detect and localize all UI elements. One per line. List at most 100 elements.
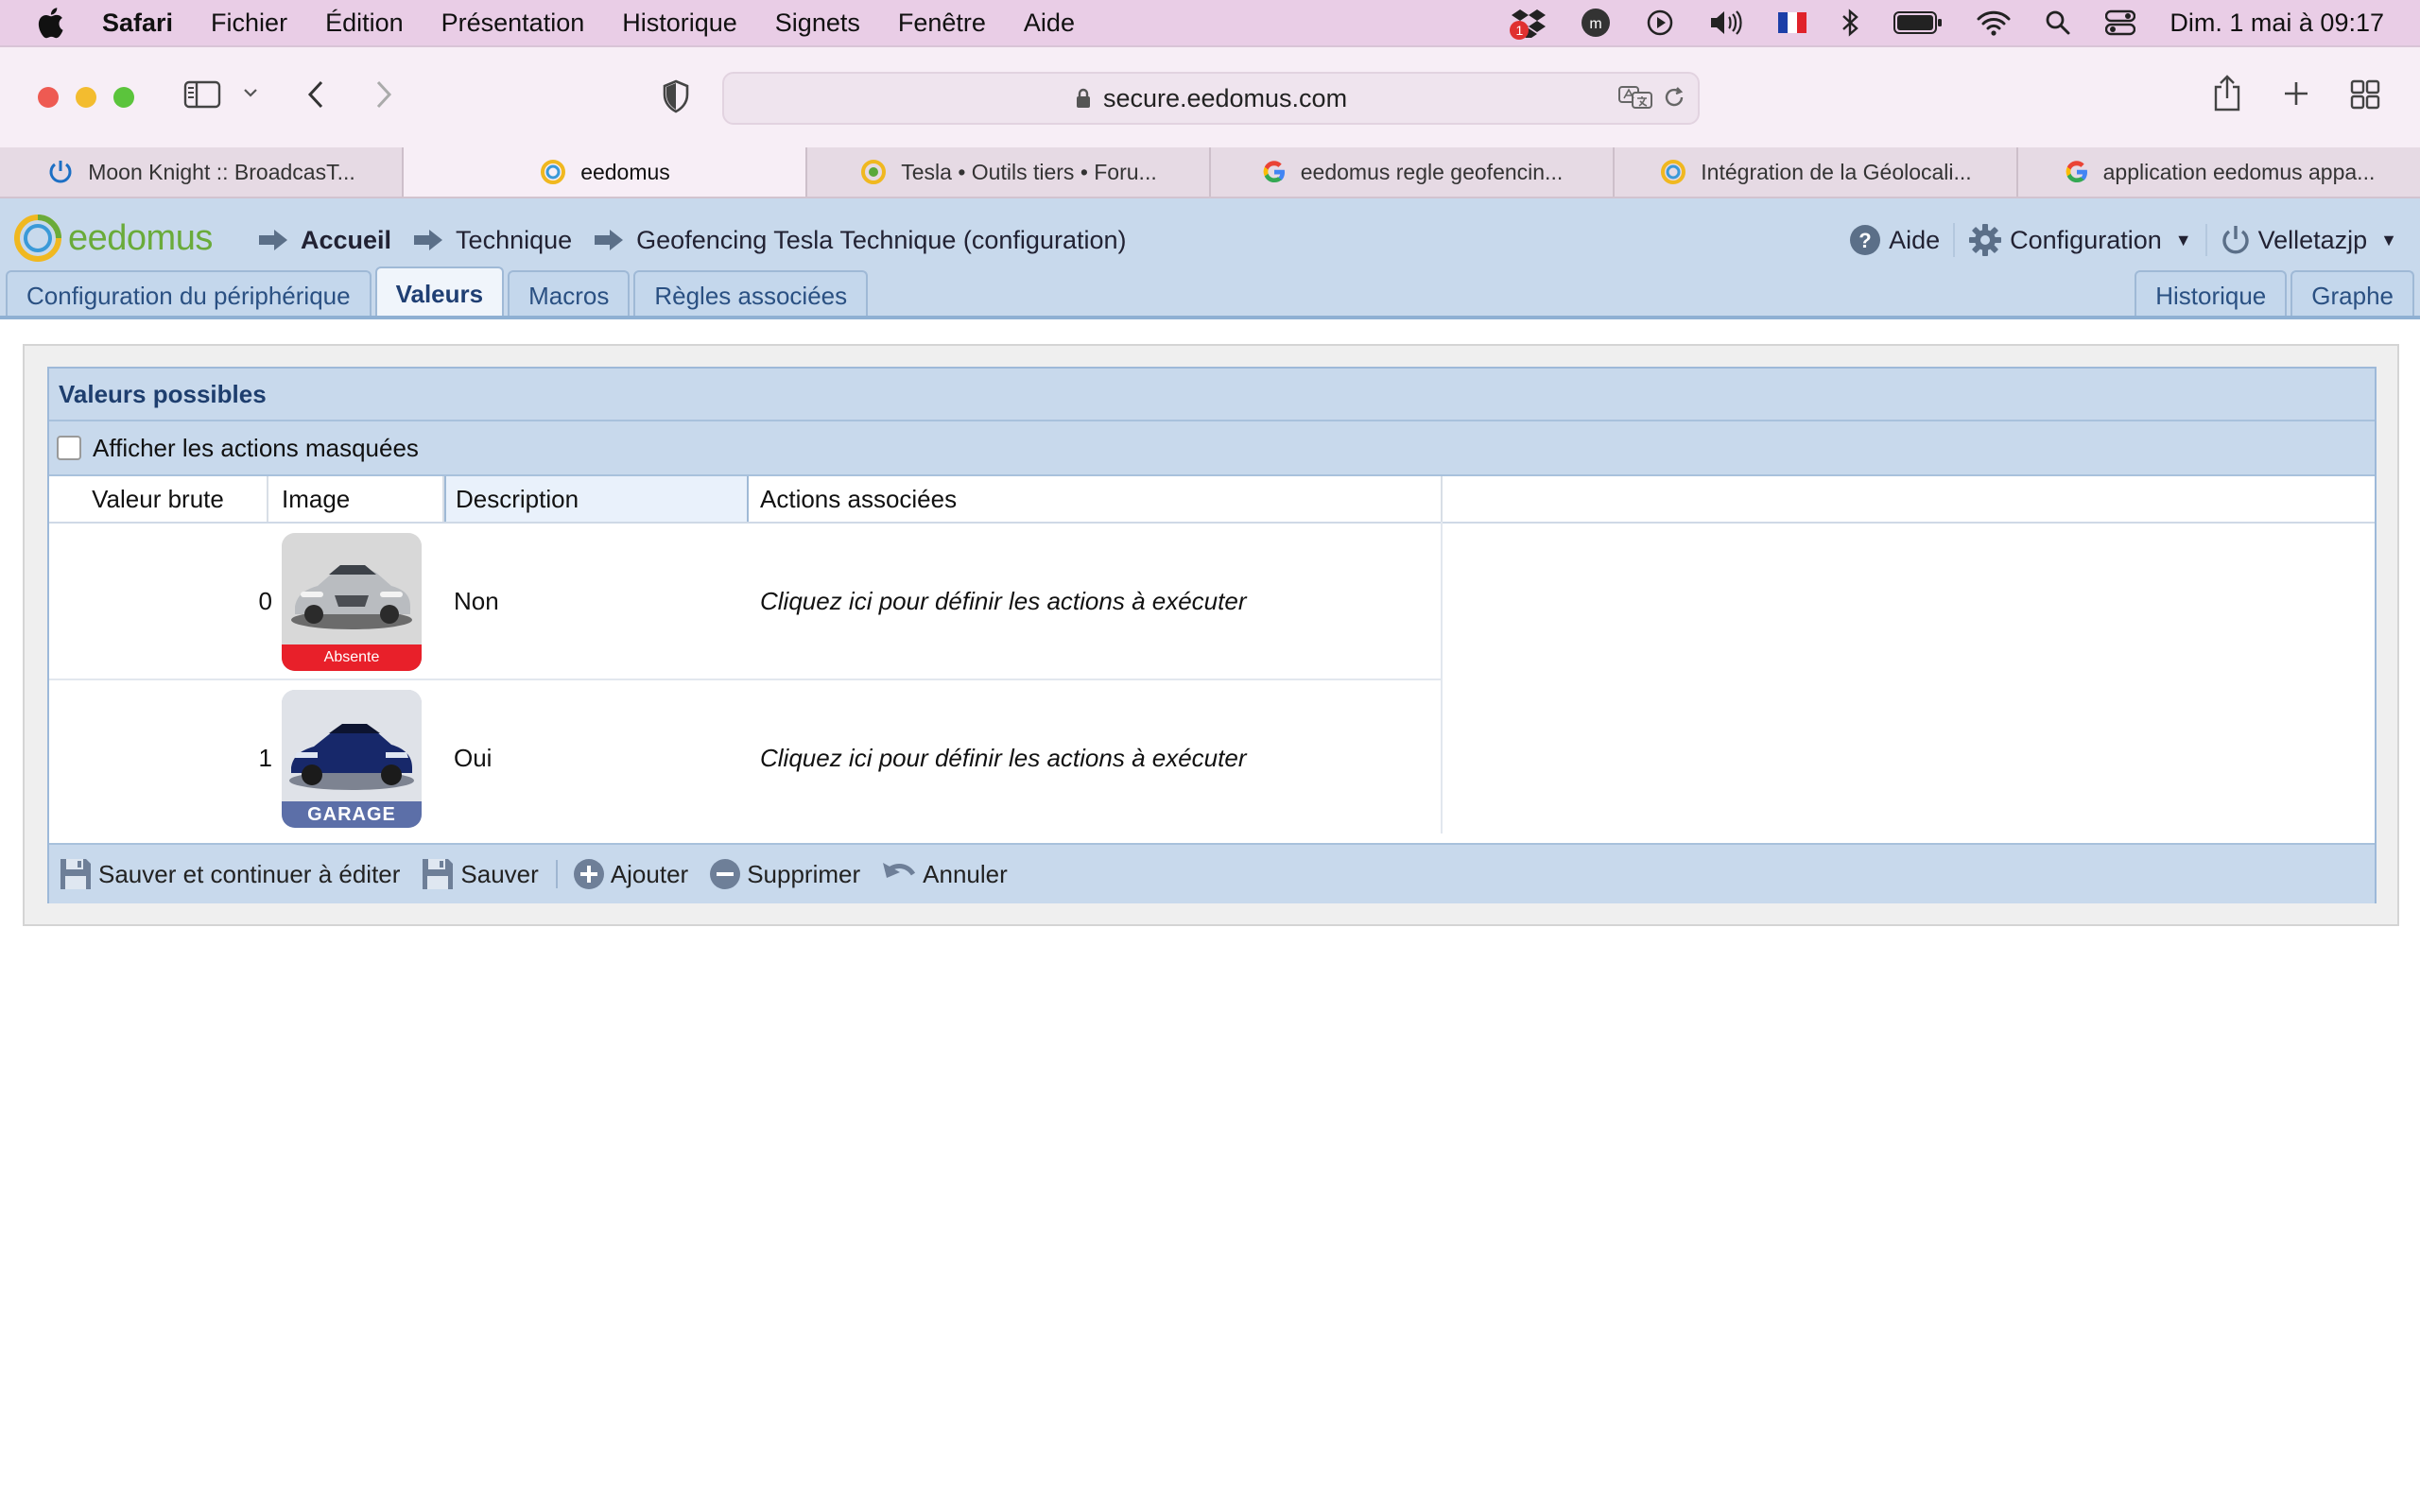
car-garage-image[interactable]: GARAGE xyxy=(282,690,422,828)
breadcrumb-label: Technique xyxy=(456,225,573,254)
browser-tab-integration[interactable]: Intégration de la Géolocali... xyxy=(1615,147,2018,197)
menu-app-name[interactable]: Safari xyxy=(102,9,173,38)
google-favicon-icon xyxy=(2064,159,2090,185)
breadcrumb-technique[interactable]: Technique xyxy=(412,226,572,255)
sidebar-toggle-icon[interactable] xyxy=(183,79,221,110)
french-flag-icon[interactable] xyxy=(1778,12,1807,33)
apple-icon[interactable] xyxy=(36,7,70,39)
svg-text:?: ? xyxy=(1858,229,1871,252)
car-absent-image[interactable]: Absente xyxy=(282,533,422,671)
browser-tab-google-geofencing[interactable]: eedomus regle geofencin... xyxy=(1211,147,1615,197)
breadcrumb: Accueil Technique Geofencing Tesla Techn… xyxy=(257,215,1148,265)
spotlight-search-icon[interactable] xyxy=(2045,9,2071,36)
control-center-icon[interactable] xyxy=(2105,9,2136,36)
browser-tab-eedomus[interactable]: eedomus xyxy=(404,147,807,197)
breadcrumb-accueil[interactable]: Accueil xyxy=(257,226,391,255)
wifi-icon[interactable] xyxy=(1977,9,2011,36)
dropbox-icon[interactable]: 1 xyxy=(1510,8,1547,40)
chevron-down-icon[interactable] xyxy=(242,85,259,100)
footer-separator xyxy=(555,860,558,888)
table-header: Valeur brute Image Description Actions a… xyxy=(49,476,2375,524)
breadcrumb-current: Geofencing Tesla Technique (configuratio… xyxy=(593,225,1127,255)
table-row[interactable]: 0 Absente Non Cliquez ici pour définir l… xyxy=(49,524,1441,680)
define-actions-link[interactable]: Cliquez ici pour définir les actions à e… xyxy=(760,524,1246,679)
define-actions-link[interactable]: Cliquez ici pour définir les actions à e… xyxy=(760,680,1246,835)
tab-historique[interactable]: Historique xyxy=(2135,270,2288,319)
values-panel: Valeurs possibles Afficher les actions m… xyxy=(47,367,2377,903)
column-header-description[interactable]: Description xyxy=(444,476,749,522)
add-label: Ajouter xyxy=(610,859,689,888)
menu-aide[interactable]: Aide xyxy=(1024,9,1075,38)
gear-icon xyxy=(1968,223,2002,257)
configuration-menu[interactable]: Configuration ▼ xyxy=(1953,223,2204,257)
caret-down-icon: ▼ xyxy=(2174,230,2192,249)
arrow-right-icon xyxy=(593,228,625,252)
browser-tab-title: Tesla • Outils tiers • Foru... xyxy=(901,159,1157,184)
undo-icon xyxy=(881,859,917,889)
menu-historique[interactable]: Historique xyxy=(622,9,737,38)
menu-presentation[interactable]: Présentation xyxy=(441,9,585,38)
macos-menubar: Safari Fichier Édition Présentation Hist… xyxy=(0,0,2420,45)
column-header-actions[interactable]: Actions associées xyxy=(749,476,1443,522)
back-icon[interactable] xyxy=(304,77,327,112)
save-and-continue-button[interactable]: Sauver et continuer à éditer xyxy=(59,857,400,891)
tab-overview-icon[interactable] xyxy=(2350,79,2380,110)
share-icon[interactable] xyxy=(2212,74,2242,112)
translate-icon[interactable] xyxy=(1618,85,1652,116)
tab-valeurs[interactable]: Valeurs xyxy=(374,266,505,319)
eedomus-logo[interactable]: eedomus xyxy=(13,208,213,268)
show-masked-checkbox[interactable] xyxy=(57,436,81,460)
eedomus-favicon-icon xyxy=(1659,158,1687,186)
battery-icon[interactable] xyxy=(1893,10,1943,35)
add-button[interactable]: Ajouter xyxy=(573,858,688,890)
table-row[interactable]: 1 GARAGE Oui Cliquez ici pour définir le… xyxy=(49,680,1441,835)
user-menu[interactable]: Velletazjp ▼ xyxy=(2204,224,2411,256)
save-button[interactable]: Sauver xyxy=(421,857,539,891)
tab-macros[interactable]: Macros xyxy=(508,270,631,319)
browser-tab-tesla-forum[interactable]: Tesla • Outils tiers • Foru... xyxy=(807,147,1211,197)
delete-label: Supprimer xyxy=(747,859,861,888)
menu-signets[interactable]: Signets xyxy=(775,9,860,38)
breadcrumb-label: Geofencing Tesla Technique (configuratio… xyxy=(636,225,1127,254)
menubar-clock[interactable]: Dim. 1 mai à 09:17 xyxy=(2169,9,2384,38)
privacy-shield-icon[interactable] xyxy=(662,79,690,113)
tab-graphe[interactable]: Graphe xyxy=(2290,270,2414,319)
help-link[interactable]: ? Aide xyxy=(1836,224,1953,256)
browser-tab-moon-knight[interactable]: Moon Knight :: BroadcasT... xyxy=(0,147,404,197)
help-label: Aide xyxy=(1889,225,1941,254)
bluetooth-icon[interactable] xyxy=(1841,8,1859,38)
image-label-absent: Absente xyxy=(282,644,422,671)
reload-icon[interactable] xyxy=(1662,85,1686,116)
app-circle-icon[interactable]: m xyxy=(1580,7,1612,39)
menu-edition[interactable]: Édition xyxy=(325,9,404,38)
menu-fichier[interactable]: Fichier xyxy=(211,9,287,38)
description-cell[interactable]: Non xyxy=(454,524,499,679)
column-header-raw-value[interactable]: Valeur brute xyxy=(49,476,268,522)
tab-configuration-peripherique[interactable]: Configuration du périphérique xyxy=(6,270,372,319)
content-area: Valeurs possibles Afficher les actions m… xyxy=(23,344,2399,926)
forward-icon[interactable] xyxy=(372,77,395,112)
floppy-disk-icon xyxy=(421,857,455,891)
volume-icon[interactable] xyxy=(1708,9,1744,37)
address-bar[interactable]: secure.eedomus.com xyxy=(722,72,1700,125)
show-masked-actions[interactable]: Afficher les actions masquées xyxy=(49,421,2375,476)
car-blue-icon xyxy=(282,690,422,801)
browser-tab-bar: Moon Knight :: BroadcasT... eedomus Tesl… xyxy=(0,147,2420,198)
window-minimize-button[interactable] xyxy=(76,87,96,108)
new-tab-icon[interactable] xyxy=(2282,79,2310,108)
window-zoom-button[interactable] xyxy=(113,87,134,108)
help-icon: ? xyxy=(1849,224,1881,256)
arrow-right-icon xyxy=(412,228,444,252)
menu-fenetre[interactable]: Fenêtre xyxy=(898,9,986,38)
window-close-button[interactable] xyxy=(38,87,59,108)
delete-button[interactable]: Supprimer xyxy=(709,858,860,890)
column-header-image[interactable]: Image xyxy=(268,476,444,522)
play-icon[interactable] xyxy=(1646,9,1674,37)
browser-tab-title: Intégration de la Géolocali... xyxy=(1701,159,1972,184)
browser-tab-google-application[interactable]: application eedomus appa... xyxy=(2018,147,2420,197)
tab-regles-associees[interactable]: Règles associées xyxy=(633,270,869,319)
panel-footer-actions: Sauver et continuer à éditer Sauver Ajou… xyxy=(49,843,2375,903)
description-cell[interactable]: Oui xyxy=(454,680,492,835)
browser-tab-title: eedomus regle geofencin... xyxy=(1300,159,1564,184)
cancel-button[interactable]: Annuler xyxy=(881,859,1008,889)
